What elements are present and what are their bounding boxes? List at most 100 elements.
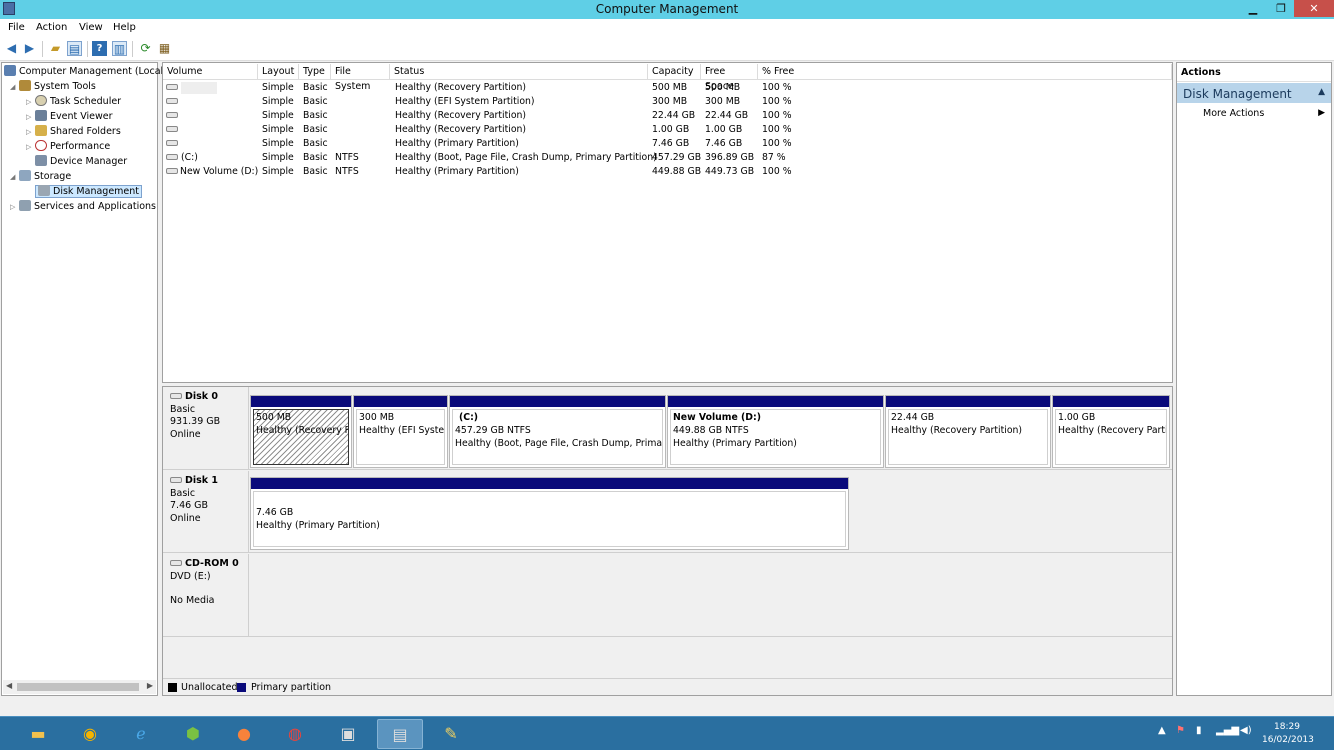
chrome-icon[interactable]: ◍ bbox=[272, 719, 318, 749]
battery-icon[interactable]: ▮ bbox=[1196, 725, 1202, 736]
firefox-icon[interactable]: ● bbox=[221, 719, 267, 749]
collapse-arrow-icon[interactable]: ◢ bbox=[10, 170, 19, 184]
volume-pct-free: 87 % bbox=[762, 152, 786, 163]
volume-row[interactable]: (C:) Simple Basic NTFS Healthy (Boot, Pa… bbox=[163, 151, 1172, 165]
partition-recovery-1gb[interactable]: 1.00 GB Healthy (Recovery Partit bbox=[1052, 395, 1170, 468]
partition-disk1-primary[interactable]: 7.46 GB Healthy (Primary Partition) bbox=[250, 477, 849, 550]
volume-free: 449.73 GB bbox=[705, 166, 755, 177]
action-pane-icon[interactable]: ▥ bbox=[112, 41, 127, 56]
volume-name: (C:) bbox=[181, 152, 198, 163]
volume-status: Healthy (Primary Partition) bbox=[395, 166, 519, 177]
collapse-up-icon[interactable]: ▲ bbox=[1318, 87, 1325, 97]
minimize-button[interactable]: ▁ bbox=[1240, 0, 1266, 17]
scrollbar-thumb[interactable] bbox=[17, 683, 139, 691]
volume-row[interactable]: Simple Basic Healthy (Recovery Partition… bbox=[163, 109, 1172, 123]
col-header-type[interactable]: Type bbox=[299, 64, 331, 80]
clock[interactable]: 18:29 16/02/2013 bbox=[1262, 721, 1314, 747]
partition-size: 500 MB bbox=[256, 412, 292, 423]
up-folder-icon[interactable]: ▰ bbox=[48, 41, 63, 56]
col-header-layout[interactable]: Layout bbox=[258, 64, 299, 80]
forward-arrow-icon[interactable]: ▶ bbox=[22, 41, 37, 56]
horizontal-scrollbar[interactable]: ◀ ▶ bbox=[3, 680, 156, 694]
help-icon[interactable]: ? bbox=[92, 41, 107, 56]
disk-0-label[interactable]: Disk 0 Basic 931.39 GB Online bbox=[163, 387, 249, 469]
globe-icon[interactable]: ◉ bbox=[67, 719, 113, 749]
volume-free: 7.46 GB bbox=[705, 138, 743, 149]
tree-item-event-viewer[interactable]: ▷ Event Viewer bbox=[26, 110, 113, 124]
expand-arrow-icon[interactable]: ▷ bbox=[26, 140, 35, 154]
services-icon bbox=[19, 200, 31, 211]
partition-c-drive[interactable]: (C:) 457.29 GB NTFS Healthy (Boot, Page … bbox=[449, 395, 666, 468]
tree-item-disk-management[interactable]: Disk Management bbox=[35, 185, 143, 199]
menu-file[interactable]: File bbox=[8, 22, 25, 33]
col-header-free-space[interactable]: Free Space bbox=[701, 64, 758, 92]
col-header-status[interactable]: Status bbox=[390, 64, 648, 80]
tree-item-task-scheduler[interactable]: ▷ Task Scheduler bbox=[26, 95, 121, 109]
tray-up-arrow-icon[interactable]: ▲ bbox=[1158, 725, 1166, 736]
col-header-capacity[interactable]: Capacity bbox=[648, 64, 701, 80]
partition-size: 457.29 GB NTFS bbox=[455, 425, 531, 436]
volume-layout: Simple bbox=[262, 96, 294, 107]
partition-d-drive[interactable]: New Volume (D:) 449.88 GB NTFS Healthy (… bbox=[667, 395, 884, 468]
close-button[interactable]: ✕ bbox=[1294, 0, 1334, 17]
scroll-left-arrow-icon[interactable]: ◀ bbox=[6, 681, 12, 690]
volume-row[interactable]: New Volume (D:) Simple Basic NTFS Health… bbox=[163, 165, 1172, 179]
menu-action[interactable]: Action bbox=[36, 22, 67, 33]
tree-item-storage[interactable]: ◢ Storage bbox=[10, 170, 71, 184]
volume-status: Healthy (Recovery Partition) bbox=[395, 124, 527, 135]
scroll-right-arrow-icon[interactable]: ▶ bbox=[147, 681, 153, 690]
volume-layout: Simple bbox=[262, 138, 294, 149]
tree-item-computer-management[interactable]: Computer Management (Local bbox=[4, 65, 163, 79]
tree-item-device-manager[interactable]: Device Manager bbox=[35, 155, 127, 169]
partition-status: Healthy (Recovery Pa bbox=[256, 425, 349, 436]
partition-size: 7.46 GB bbox=[256, 507, 294, 518]
menu-view[interactable]: View bbox=[79, 22, 103, 33]
col-header-volume[interactable]: Volume bbox=[163, 64, 258, 80]
partition-recovery-500mb[interactable]: 500 MB Healthy (Recovery Pa bbox=[250, 395, 352, 468]
internet-explorer-icon[interactable]: ℯ bbox=[118, 719, 164, 749]
partition-efi-300mb[interactable]: 300 MB Healthy (EFI Syster bbox=[353, 395, 448, 468]
partition-recovery-22gb[interactable]: 22.44 GB Healthy (Recovery Partition) bbox=[885, 395, 1051, 468]
expand-arrow-icon[interactable]: ▷ bbox=[26, 110, 35, 124]
disk-row-1: Disk 1 Basic 7.46 GB Online 7.46 GB Heal… bbox=[163, 471, 1172, 553]
volume-row[interactable]: Simple Basic Healthy (Recovery Partition… bbox=[163, 123, 1172, 137]
cdrom-0-label[interactable]: CD-ROM 0 DVD (E:) No Media bbox=[163, 554, 249, 636]
volume-row[interactable]: Simple Basic Healthy (EFI System Partiti… bbox=[163, 95, 1172, 109]
partition-status: Healthy (Primary Partition) bbox=[256, 520, 380, 531]
file-explorer-icon[interactable]: ▬ bbox=[15, 719, 61, 749]
network-icon[interactable]: ▂▄▆ bbox=[1216, 725, 1239, 736]
action-center-icon[interactable]: ⚑ bbox=[1176, 725, 1185, 736]
paint-icon[interactable]: ✎ bbox=[428, 719, 474, 749]
collapse-arrow-icon[interactable]: ◢ bbox=[10, 80, 19, 94]
properties-icon[interactable]: ▦ bbox=[157, 41, 172, 56]
tree-item-performance[interactable]: ▷ Performance bbox=[26, 140, 110, 154]
expand-arrow-icon[interactable]: ▷ bbox=[26, 95, 35, 109]
taskbar: ▬ ◉ ℯ ⬢ ● ◍ ▣ ▤ ✎ ▲ ⚑ ▮ ▂▄▆ ◀) 18:29 16/… bbox=[0, 716, 1334, 750]
menu-help[interactable]: Help bbox=[113, 22, 136, 33]
tree-item-system-tools[interactable]: ◢ System Tools bbox=[10, 80, 96, 94]
volume-icon[interactable]: ◀) bbox=[1240, 725, 1252, 736]
tree-item-shared-folders[interactable]: ▷ Shared Folders bbox=[26, 125, 121, 139]
window-app-icon[interactable]: ▣ bbox=[325, 719, 371, 749]
toolbar-separator bbox=[87, 41, 88, 57]
window-title: Computer Management bbox=[595, 2, 739, 16]
maximize-button[interactable]: ❐ bbox=[1268, 0, 1294, 17]
back-arrow-icon[interactable]: ◀ bbox=[4, 41, 19, 56]
show-hide-tree-icon[interactable]: ▤ bbox=[67, 41, 82, 56]
expand-arrow-icon[interactable]: ▷ bbox=[10, 200, 19, 214]
more-actions-link[interactable]: More Actions bbox=[1203, 108, 1264, 119]
app-icon[interactable]: ⬢ bbox=[170, 719, 216, 749]
expand-arrow-icon[interactable]: ▷ bbox=[26, 125, 35, 139]
refresh-icon[interactable]: ⟳ bbox=[138, 41, 153, 56]
disk-1-label[interactable]: Disk 1 Basic 7.46 GB Online bbox=[163, 471, 249, 552]
disk-management-section[interactable]: Disk Management ▲ bbox=[1177, 83, 1331, 103]
legend-unallocated: Unallocated bbox=[181, 682, 238, 693]
col-header-file-system[interactable]: File System bbox=[331, 64, 390, 92]
drive-icon bbox=[166, 84, 178, 90]
volume-row[interactable]: Simple Basic Healthy (Recovery Partition… bbox=[163, 81, 1172, 95]
col-header-percent-free[interactable]: % Free bbox=[758, 64, 1172, 80]
volume-row[interactable]: Simple Basic Healthy (Primary Partition)… bbox=[163, 137, 1172, 151]
computer-management-taskbar-icon[interactable]: ▤ bbox=[377, 719, 423, 749]
volume-pct-free: 100 % bbox=[762, 124, 792, 135]
tree-item-services-applications[interactable]: ▷ Services and Applications bbox=[10, 200, 156, 214]
